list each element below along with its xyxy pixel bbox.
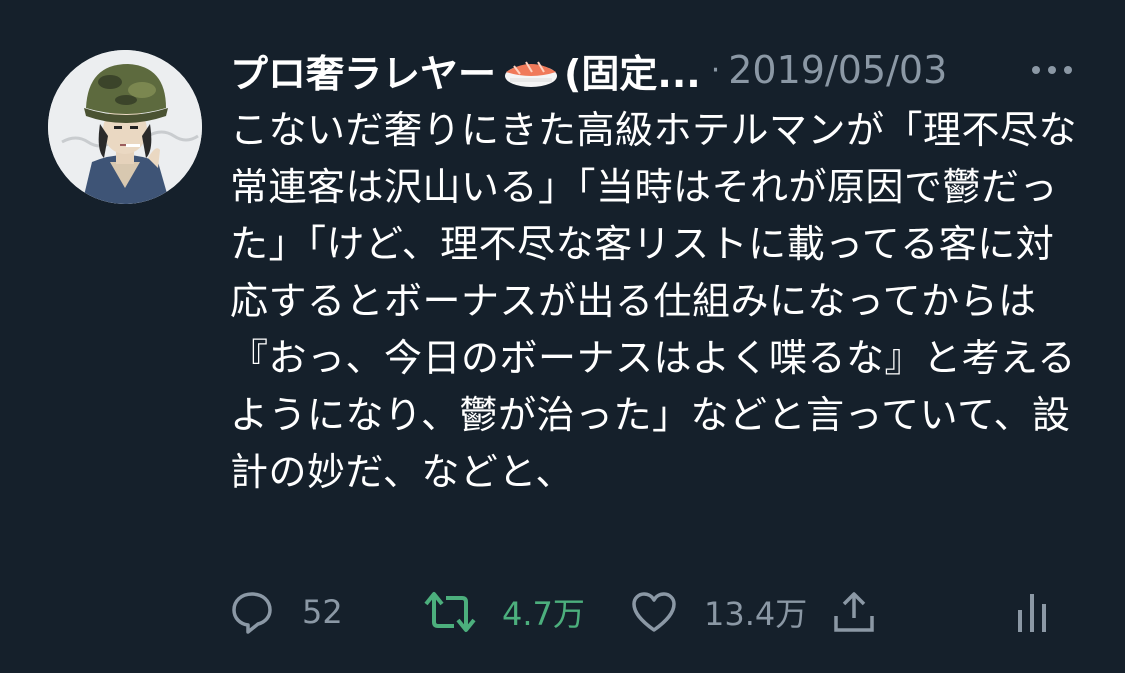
tweet-header: プロ奢ラレヤー (固定... · 2019/05/03	[230, 40, 1100, 100]
retweet-count: 4.7万	[502, 595, 585, 633]
heart-icon	[630, 588, 678, 636]
like-button[interactable]: 13.4万	[630, 580, 807, 644]
reply-icon	[228, 588, 276, 636]
more-icon[interactable]	[1030, 62, 1074, 78]
retweet-button[interactable]: 4.7万	[424, 580, 585, 644]
timestamp[interactable]: 2019/05/03	[728, 48, 947, 92]
display-name[interactable]: プロ奢ラレヤー	[230, 43, 496, 98]
like-count: 13.4万	[704, 595, 808, 633]
tweet-text: こないだ奢りにきた高級ホテルマンが「理不尽な常連客は沢山いる」「当時はそれが原因…	[230, 108, 1078, 494]
retweet-icon	[424, 588, 476, 636]
avatar[interactable]	[48, 50, 202, 204]
stats-button[interactable]	[1012, 580, 1052, 644]
share-icon	[830, 588, 878, 636]
share-button[interactable]	[830, 580, 878, 644]
reply-button[interactable]: 52	[228, 580, 343, 644]
action-bar: 52 4.7万 13.4万	[0, 580, 1125, 644]
reply-count: 52	[302, 593, 343, 631]
sushi-icon	[502, 50, 560, 90]
tweet: プロ奢ラレヤー (固定... · 2019/05/03 こないだ奢りにきた高級ホ…	[0, 0, 1125, 673]
separator-dot: ·	[710, 52, 721, 88]
display-name-suffix[interactable]: (固定...	[564, 43, 701, 98]
stats-icon	[1012, 588, 1052, 636]
